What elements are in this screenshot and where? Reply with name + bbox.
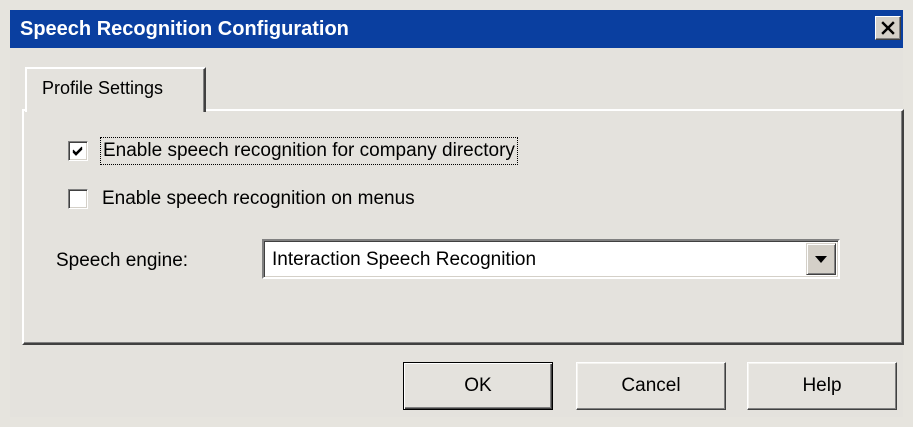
help-button[interactable]: Help xyxy=(747,362,897,410)
title-bar[interactable]: Speech Recognition Configuration xyxy=(10,10,903,48)
window-title: Speech Recognition Configuration xyxy=(20,18,349,40)
tab-panel: Enable speech recognition for company di… xyxy=(22,109,904,345)
chevron-down-icon xyxy=(815,256,827,263)
checkmark-icon xyxy=(72,146,83,156)
ok-button[interactable]: OK xyxy=(403,362,553,410)
dialog-body: Profile Settings Enable speech recogniti… xyxy=(10,48,904,417)
close-icon xyxy=(881,21,895,35)
menus-checkbox[interactable] xyxy=(68,189,88,209)
company-directory-label[interactable]: Enable speech recognition for company di… xyxy=(100,137,518,165)
speech-engine-label: Speech engine: xyxy=(56,250,189,271)
close-button[interactable] xyxy=(875,16,901,40)
menus-label[interactable]: Enable speech recognition on menus xyxy=(102,187,415,211)
menus-option: Enable speech recognition on menus xyxy=(68,187,415,211)
cancel-button[interactable]: Cancel xyxy=(576,362,726,410)
tab-profile-settings[interactable]: Profile Settings xyxy=(25,67,206,112)
dropdown-button[interactable] xyxy=(806,243,836,275)
dialog-window: Speech Recognition Configuration Profile… xyxy=(0,0,913,427)
speech-engine-select[interactable]: Interaction Speech Recognition xyxy=(262,239,840,279)
tab-label: Profile Settings xyxy=(42,78,164,98)
company-directory-option: Enable speech recognition for company di… xyxy=(68,137,518,165)
speech-engine-value: Interaction Speech Recognition xyxy=(272,249,537,270)
company-directory-checkbox[interactable] xyxy=(68,141,88,161)
